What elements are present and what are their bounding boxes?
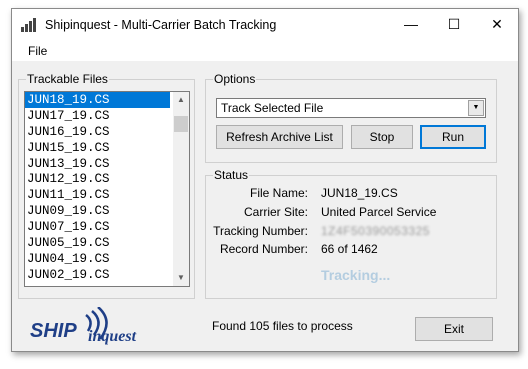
record-number-value: 66 of 1462 [321, 242, 378, 256]
scroll-thumb[interactable] [174, 116, 188, 132]
scroll-up-icon[interactable]: ▲ [173, 92, 189, 108]
carrier-site-value: United Parcel Service [321, 205, 437, 219]
tracking-number-label: Tracking Number: [213, 224, 308, 238]
file-name-value: JUN18_19.CS [321, 186, 398, 200]
tracking-activity-text: Tracking... [321, 267, 391, 283]
file-list-scrollbar[interactable]: ▲ ▼ [173, 92, 189, 286]
maximize-icon[interactable]: ☐ [433, 9, 475, 41]
tracking-mode-value: Track Selected File [221, 101, 324, 115]
options-label: Options [213, 72, 257, 86]
tracking-number-value: 1Z4F50390053325 [321, 224, 430, 238]
stop-button[interactable]: Stop [351, 125, 413, 149]
status-labels: File Name: Carrier Site: Tracking Number… [212, 186, 308, 286]
file-list-item[interactable]: JUN12_19.CS [25, 171, 170, 187]
file-list-item[interactable]: JUN15_19.CS [25, 140, 170, 156]
file-list-item[interactable]: JUN05_19.CS [25, 235, 170, 251]
file-list[interactable]: JUN18_19.CS JUN17_19.CS JUN16_19.CS JUN15_1… [24, 91, 190, 287]
file-list-item[interactable]: JUN02_19.CS [25, 267, 170, 283]
title-bar: Shipinquest - Multi-Carrier Batch Tracki… [12, 9, 518, 41]
file-list-item[interactable]: JUN11_19.CS [25, 187, 170, 203]
shipinquest-app-icon [21, 18, 36, 32]
file-list-item[interactable]: JUN04_19.CS [25, 251, 170, 267]
shipinquest-logo: SHIP inquest [30, 307, 137, 345]
file-list-item[interactable]: JUN18_19.CS [25, 92, 170, 108]
tracking-mode-select[interactable]: Track Selected File ▼ [216, 98, 486, 118]
file-list-item[interactable]: JUN17_19.CS [25, 108, 170, 124]
minimize-icon[interactable]: — [390, 9, 432, 41]
file-list-item[interactable]: JUN16_19.CS [25, 124, 170, 140]
menu-file[interactable]: File [28, 44, 47, 58]
app-window: Shipinquest - Multi-Carrier Batch Tracki… [11, 8, 519, 352]
svg-text:SHIP: SHIP [30, 320, 77, 342]
file-list-item[interactable]: JUN07_19.CS [25, 219, 170, 235]
record-number-label: Record Number: [219, 242, 308, 256]
file-list-item[interactable]: JUN09_19.CS [25, 203, 170, 219]
close-icon[interactable]: ✕ [476, 9, 518, 41]
exit-button[interactable]: Exit [415, 317, 493, 341]
scroll-down-icon[interactable]: ▼ [173, 270, 189, 286]
run-button[interactable]: Run [420, 125, 486, 149]
status-message: Found 105 files to process [212, 319, 353, 333]
dropdown-arrow-icon[interactable]: ▼ [468, 100, 484, 116]
file-name-label: File Name: [249, 186, 308, 200]
carrier-site-label: Carrier Site: [243, 205, 308, 219]
options-group: Options [205, 72, 497, 163]
trackable-files-label: Trackable Files [26, 72, 109, 86]
file-list-item[interactable]: JUN13_19.CS [25, 156, 170, 172]
refresh-archive-button[interactable]: Refresh Archive List [216, 125, 343, 149]
window-title: Shipinquest - Multi-Carrier Batch Tracki… [45, 18, 277, 32]
status-label: Status [213, 168, 250, 182]
menu-bar: File [12, 41, 518, 61]
